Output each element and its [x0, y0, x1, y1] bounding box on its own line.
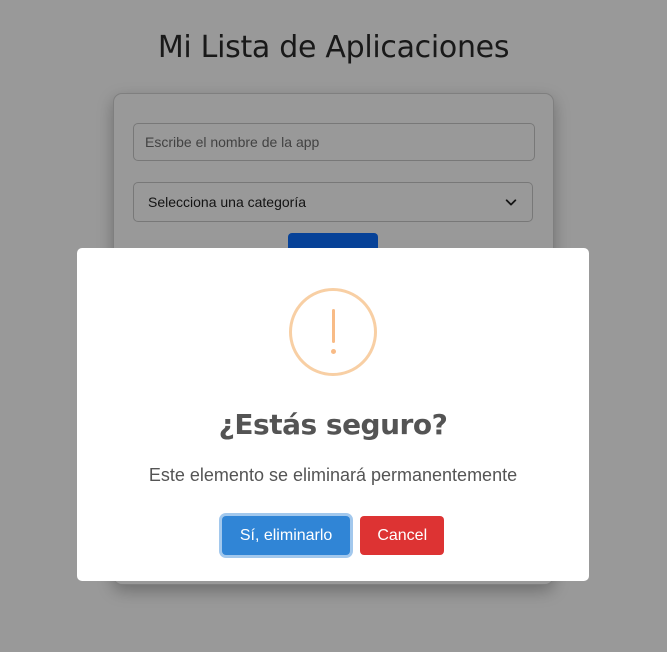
cancel-button[interactable]: Cancel: [360, 516, 445, 555]
warning-icon-bar: [331, 309, 335, 343]
warning-icon-dot: [330, 349, 336, 354]
dialog-actions: Sí, eliminarlo Cancel: [77, 516, 589, 556]
confirm-dialog: ¿Estás seguro? Este elemento se eliminar…: [77, 248, 589, 581]
dialog-text: Este elemento se eliminará permanentemen…: [148, 465, 518, 485]
confirm-delete-button[interactable]: Sí, eliminarlo: [221, 516, 351, 555]
warning-icon: [289, 288, 377, 376]
dialog-title: ¿Estás seguro?: [218, 408, 448, 441]
